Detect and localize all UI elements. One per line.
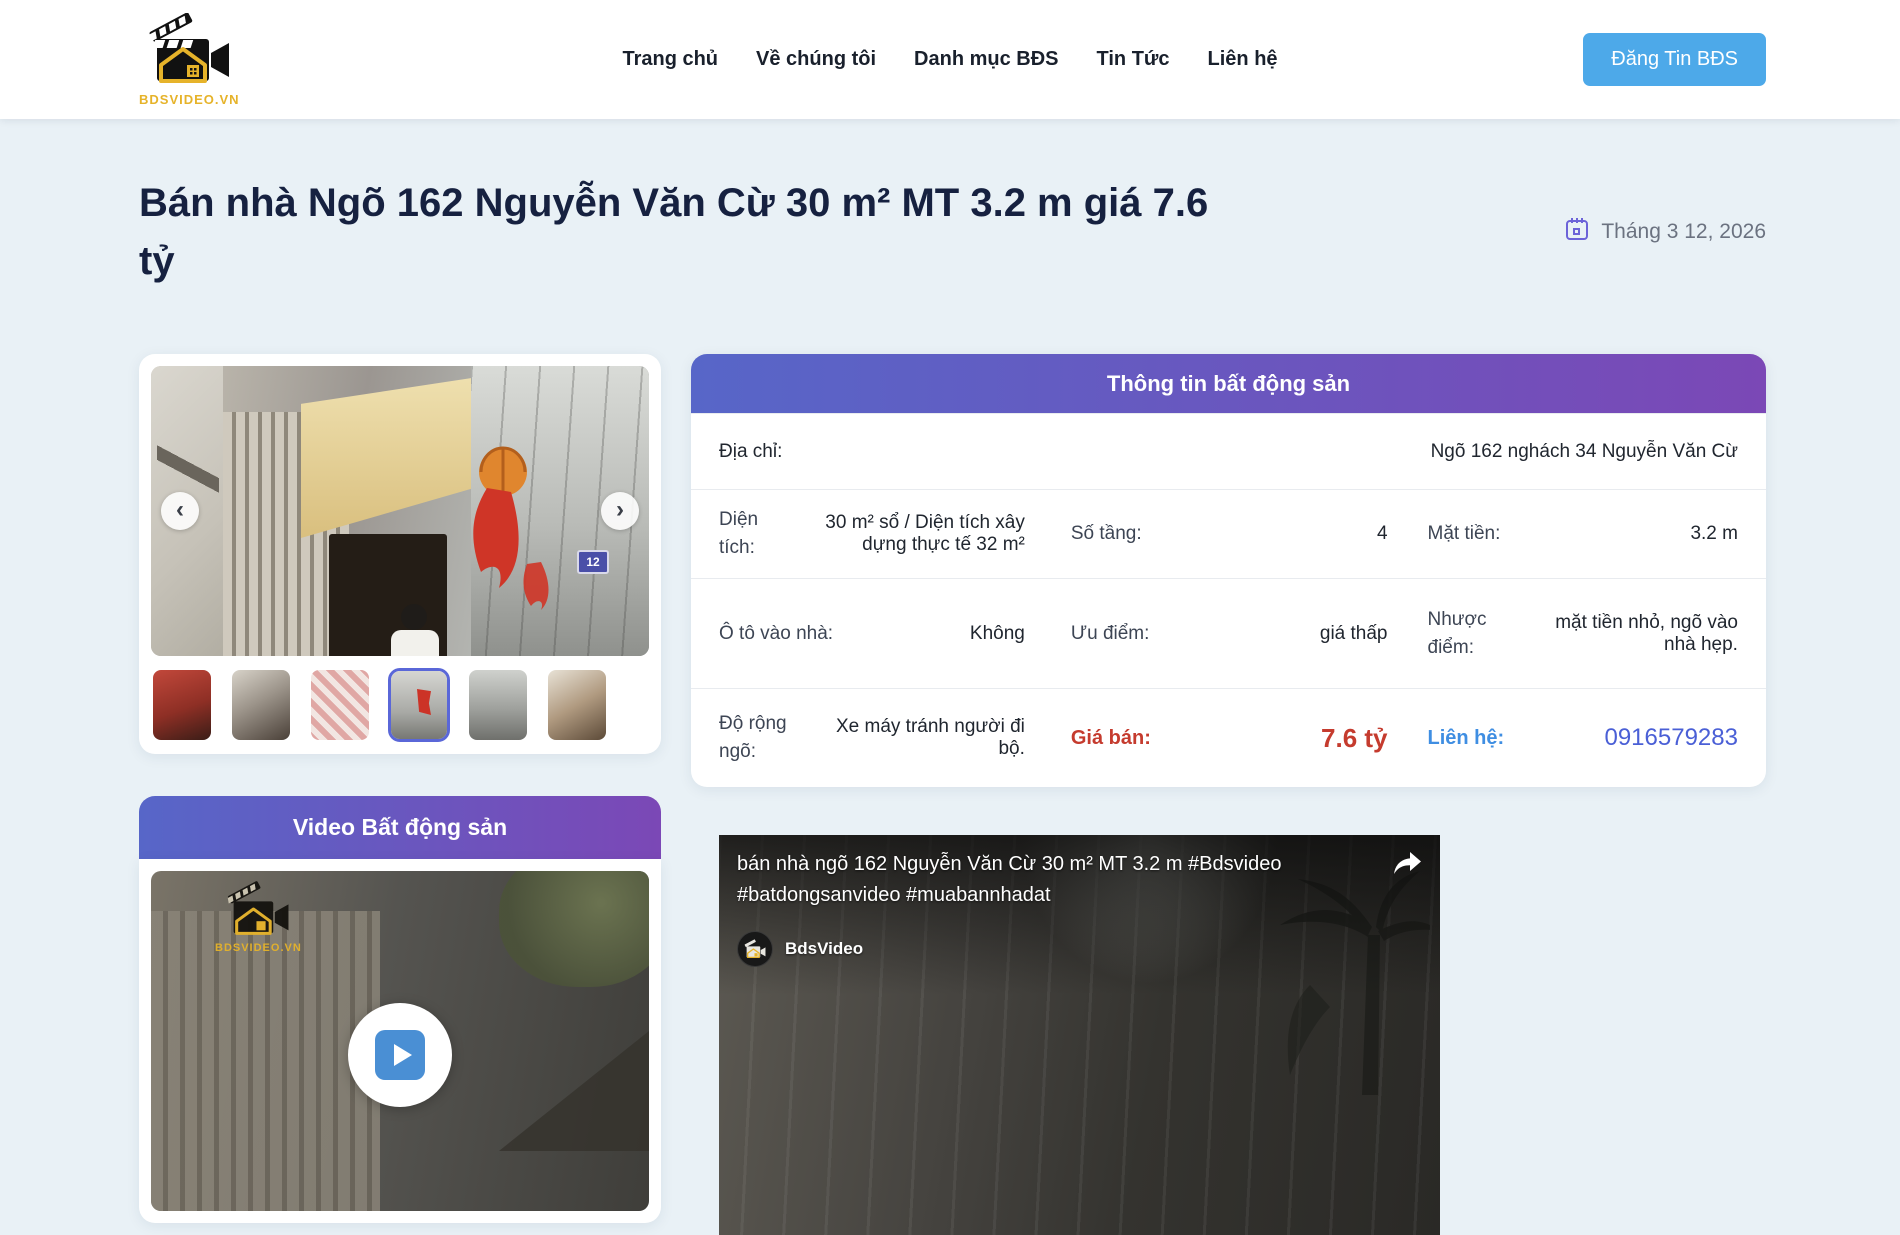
video-card: BDSVIDEO.VN xyxy=(139,859,661,1223)
carousel-next-button[interactable]: › xyxy=(601,492,639,530)
alley-width-value: Xe máy tránh người đi bộ. xyxy=(827,716,1025,760)
pros-cell: Ưu điểm: giá thấp xyxy=(1035,623,1392,645)
gallery-main-image[interactable]: 12 ‹ › xyxy=(151,366,649,656)
chevron-right-icon: › xyxy=(616,498,624,522)
thumbnail-livingroom-photo xyxy=(232,670,290,740)
thumbnail-interior-photo xyxy=(548,670,606,740)
youtube-channel-row[interactable]: BdsVideo xyxy=(737,931,863,967)
cons-cell: Nhược điểm: mặt tiền nhỏ, ngõ vào nhà hẹ… xyxy=(1392,606,1738,661)
area-cell: Diện tích: 30 m² sổ / Diện tích xây dựng… xyxy=(719,506,1035,561)
alley-width-label: Độ rộng ngõ: xyxy=(719,710,817,765)
contact-label: Liên hệ: xyxy=(1428,727,1505,750)
calendar-icon xyxy=(1564,216,1590,248)
video-still-gate xyxy=(151,911,380,1211)
photo-person xyxy=(401,604,427,630)
video-still-roof xyxy=(499,1031,649,1151)
channel-avatar xyxy=(737,931,773,967)
property-info-card: Thông tin bất động sản Địa chỉ: Ngõ 162 … xyxy=(691,354,1766,787)
house-number-plaque: 12 xyxy=(577,550,609,574)
address-value: Ngõ 162 nghách 34 Nguyễn Văn Cừ xyxy=(1431,441,1738,463)
gallery-thumbnail[interactable] xyxy=(309,668,371,742)
publish-date-text: Tháng 3 12, 2026 xyxy=(1601,220,1766,244)
video-watermark-logo: BDSVIDEO.VN xyxy=(215,881,302,954)
clapperboard-house-logo-icon xyxy=(226,881,290,942)
share-icon[interactable] xyxy=(1392,851,1422,882)
play-button[interactable] xyxy=(348,1003,452,1107)
nav-item-danh-muc-bds[interactable]: Danh mục BĐS xyxy=(914,48,1058,71)
photo-person-shirt xyxy=(391,630,439,656)
floors-label: Số tầng: xyxy=(1071,523,1142,545)
car-access-value: Không xyxy=(970,623,1025,645)
thumbnail-alley-flag-photo xyxy=(391,671,447,739)
content-grid: 12 ‹ › Video Bất động sản xyxy=(0,354,1900,1235)
video-section: Video Bất động sản xyxy=(139,796,661,1223)
car-access-label: Ô tô vào nhà: xyxy=(719,623,833,645)
pros-label: Ưu điểm: xyxy=(1071,623,1150,645)
property-info-header: Thông tin bất động sản xyxy=(691,354,1766,413)
youtube-embed[interactable]: bán nhà ngõ 162 Nguyễn Văn Cừ 30 m² MT 3… xyxy=(719,835,1440,1235)
info-row-area-floors-facade: Diện tích: 30 m² sổ / Diện tích xây dựng… xyxy=(691,489,1766,578)
nav-item-ve-chung-toi[interactable]: Về chúng tôi xyxy=(756,48,876,71)
page-title: Bán nhà Ngõ 162 Nguyễn Văn Cừ 30 m² MT 3… xyxy=(139,174,1219,290)
right-column: Thông tin bất động sản Địa chỉ: Ngõ 162 … xyxy=(691,354,1766,1235)
video-section-header: Video Bất động sản xyxy=(139,796,661,859)
thumbnail-bedroom-photo xyxy=(311,670,369,740)
site-logo[interactable]: BDSVIDEO.VN xyxy=(139,13,240,107)
youtube-video-title[interactable]: bán nhà ngõ 162 Nguyễn Văn Cừ 30 m² MT 3… xyxy=(737,849,1370,911)
gallery-thumbnail[interactable] xyxy=(230,668,292,742)
gallery-thumbnail[interactable] xyxy=(546,668,608,742)
cons-label: Nhược điểm: xyxy=(1428,606,1517,661)
video-still-foliage xyxy=(499,871,649,987)
gallery-thumbnail[interactable] xyxy=(388,668,450,742)
clapperboard-house-logo-icon xyxy=(147,13,231,90)
address-label: Địa chỉ: xyxy=(719,441,782,463)
publish-date: Tháng 3 12, 2026 xyxy=(1564,216,1766,248)
car-access-cell: Ô tô vào nhà: Không xyxy=(719,623,1035,645)
contact-cell: Liên hệ: 0916579283 xyxy=(1392,724,1738,752)
facade-cell: Mặt tiền: 3.2 m xyxy=(1392,523,1738,545)
site-header: BDSVIDEO.VN Trang chủ Về chúng tôi Danh … xyxy=(0,0,1900,119)
floors-cell: Số tầng: 4 xyxy=(1035,523,1392,545)
photo-gallery-card: 12 ‹ › xyxy=(139,354,661,754)
thumbnail-altar-photo xyxy=(153,670,211,740)
nav-item-lien-he[interactable]: Liên hệ xyxy=(1208,48,1278,71)
price-value: 7.6 tỷ xyxy=(1321,723,1388,754)
price-label: Giá bán: xyxy=(1071,727,1151,750)
nav-item-trang-chu[interactable]: Trang chủ xyxy=(622,48,718,71)
main-nav: Trang chủ Về chúng tôi Danh mục BĐS Tin … xyxy=(622,48,1277,71)
nav-item-tin-tuc[interactable]: Tin Tức xyxy=(1097,48,1170,71)
facade-value: 3.2 m xyxy=(1690,523,1738,545)
play-icon xyxy=(375,1030,425,1080)
carousel-prev-button[interactable]: ‹ xyxy=(161,492,199,530)
gallery-thumbnail[interactable] xyxy=(467,668,529,742)
title-row: Bán nhà Ngõ 162 Nguyễn Văn Cừ 30 m² MT 3… xyxy=(0,174,1900,290)
watermark-text: BDSVIDEO.VN xyxy=(215,942,302,954)
floors-value: 4 xyxy=(1377,523,1388,545)
info-row-address: Địa chỉ: Ngõ 162 nghách 34 Nguyễn Văn Cừ xyxy=(691,413,1766,489)
thumbnail-alley-photo xyxy=(469,670,527,740)
price-cell: Giá bán: 7.6 tỷ xyxy=(1035,723,1392,754)
area-label: Diện tích: xyxy=(719,506,772,561)
contact-phone-number[interactable]: 0916579283 xyxy=(1604,724,1737,752)
area-value: 30 m² sổ / Diện tích xây dựng thực tế 32… xyxy=(782,512,1025,556)
post-listing-button[interactable]: Đăng Tin BĐS xyxy=(1583,33,1766,86)
chevron-left-icon: ‹ xyxy=(176,498,184,522)
info-row-alley-price-contact: Độ rộng ngõ: Xe máy tránh người đi bộ. G… xyxy=(691,688,1766,787)
gallery-thumbnail[interactable] xyxy=(151,668,213,742)
cons-value: mặt tiền nhỏ, ngõ vào nhà hẹp. xyxy=(1527,612,1738,656)
info-row-car-pros-cons: Ô tô vào nhà: Không Ưu điểm: giá thấp Nh… xyxy=(691,578,1766,688)
pros-value: giá thấp xyxy=(1320,623,1388,645)
channel-name: BdsVideo xyxy=(785,939,863,959)
facade-label: Mặt tiền: xyxy=(1428,523,1501,545)
gallery-thumbnails xyxy=(151,668,649,742)
brand-name: BDSVIDEO.VN xyxy=(139,92,240,107)
video-player[interactable]: BDSVIDEO.VN xyxy=(151,871,649,1211)
alley-width-cell: Độ rộng ngõ: Xe máy tránh người đi bộ. xyxy=(719,710,1035,765)
thumbnail-flag-detail xyxy=(417,689,431,715)
